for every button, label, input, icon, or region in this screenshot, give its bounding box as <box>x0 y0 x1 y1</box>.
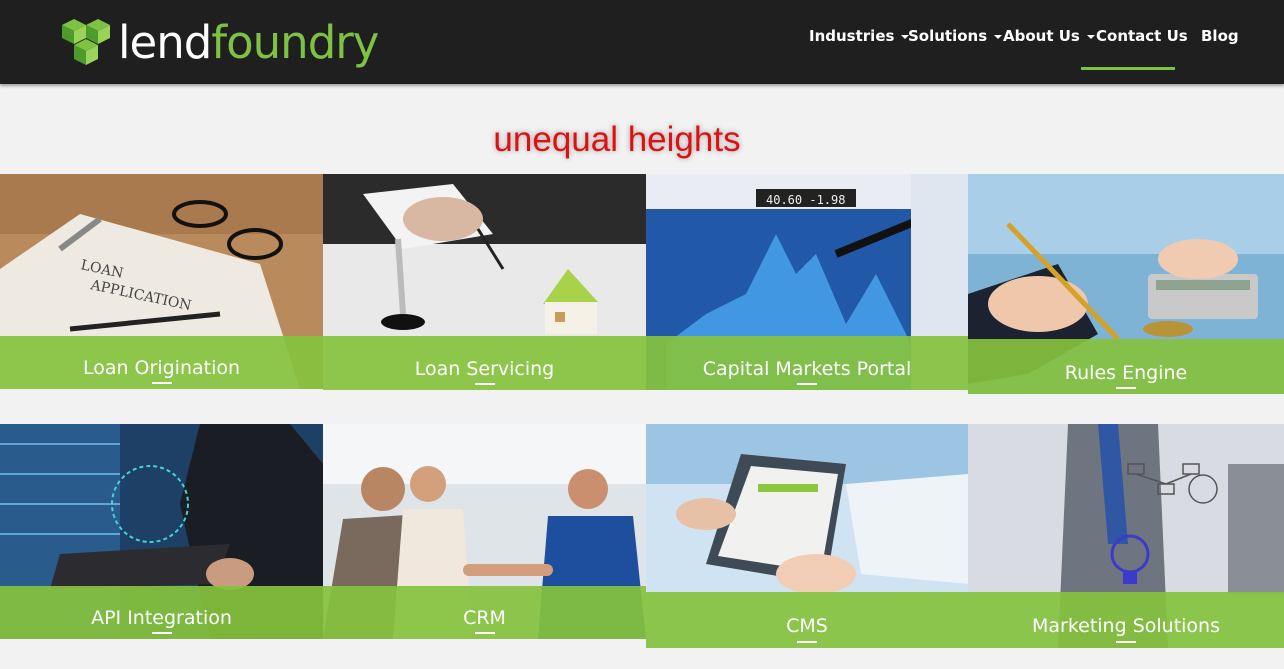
caption-underline <box>474 383 495 385</box>
tile-loan-servicing[interactable]: Loan Servicing <box>323 174 646 390</box>
cube-logo-icon <box>62 19 110 65</box>
annotation-text: unequal heights <box>493 120 741 159</box>
tile-caption: CMS <box>646 592 968 648</box>
nav-about-us-label: About Us <box>1003 27 1080 45</box>
tile-caption: Loan Servicing <box>323 336 646 390</box>
nav-contact-us-label: Contact Us <box>1096 27 1188 45</box>
nav-active-indicator <box>1081 67 1175 70</box>
tile-marketing-solutions[interactable]: Marketing Solutions <box>968 424 1284 648</box>
nav-solutions-label: Solutions <box>908 27 988 45</box>
tile-caption: Capital Markets Portal <box>646 336 968 390</box>
tile-capital-markets-portal[interactable]: 40.60 -1.98 Capital Markets Portal <box>646 174 968 390</box>
logo-wordmark: lendfoundry <box>118 20 379 65</box>
svg-text:40.60 -1.98: 40.60 -1.98 <box>766 193 845 207</box>
caption-underline <box>151 382 172 384</box>
caption-underline <box>474 632 495 634</box>
lendfoundry-logo[interactable]: lendfoundry <box>60 14 379 70</box>
nav-blog[interactable]: Blog <box>1201 27 1239 47</box>
caret-down-icon <box>994 34 1003 39</box>
nav-contact-us[interactable]: Contact Us <box>1096 27 1188 47</box>
tile-label: Marketing Solutions <box>1031 615 1221 637</box>
tile-api-integration[interactable]: API Integration <box>0 424 323 639</box>
tile-caption: Marketing Solutions <box>968 592 1284 648</box>
nav-industries[interactable]: Industries <box>809 27 910 47</box>
tile-label: CMS <box>786 615 828 637</box>
caption-underline <box>151 632 172 634</box>
caption-underline <box>1116 641 1136 643</box>
tile-label: API Integration <box>91 607 232 629</box>
nav-industries-label: Industries <box>809 27 895 45</box>
tile-label: Loan Origination <box>82 357 241 379</box>
tile-caption: Loan Origination <box>0 336 323 389</box>
caret-down-icon <box>1086 34 1095 39</box>
logo-text-lend: lend <box>118 15 212 69</box>
nav-blog-label: Blog <box>1201 27 1239 45</box>
tile-label: CRM <box>463 607 506 629</box>
tile-cms[interactable]: CMS <box>646 424 968 648</box>
logo-text-foundry: foundry <box>211 15 379 69</box>
tile-label: Loan Servicing <box>414 358 555 380</box>
tile-crm[interactable]: CRM <box>323 424 646 639</box>
tile-caption: Rules Engine <box>968 339 1284 394</box>
caption-underline <box>797 383 817 385</box>
caption-underline <box>797 641 817 643</box>
nav-about-us[interactable]: About Us <box>1003 27 1095 47</box>
tile-rules-engine[interactable]: Rules Engine <box>968 174 1284 394</box>
tile-caption: CRM <box>323 586 646 639</box>
tile-label: Rules Engine <box>1064 362 1188 384</box>
site-header: lendfoundry Industries Solutions About U… <box>0 0 1284 84</box>
tile-label: Capital Markets Portal <box>702 358 912 380</box>
tile-loan-origination[interactable]: LOAN APPLICATION Loan Origination <box>0 174 323 389</box>
caption-underline <box>1116 387 1136 389</box>
nav-solutions[interactable]: Solutions <box>908 27 1003 47</box>
tile-caption: API Integration <box>0 586 323 639</box>
